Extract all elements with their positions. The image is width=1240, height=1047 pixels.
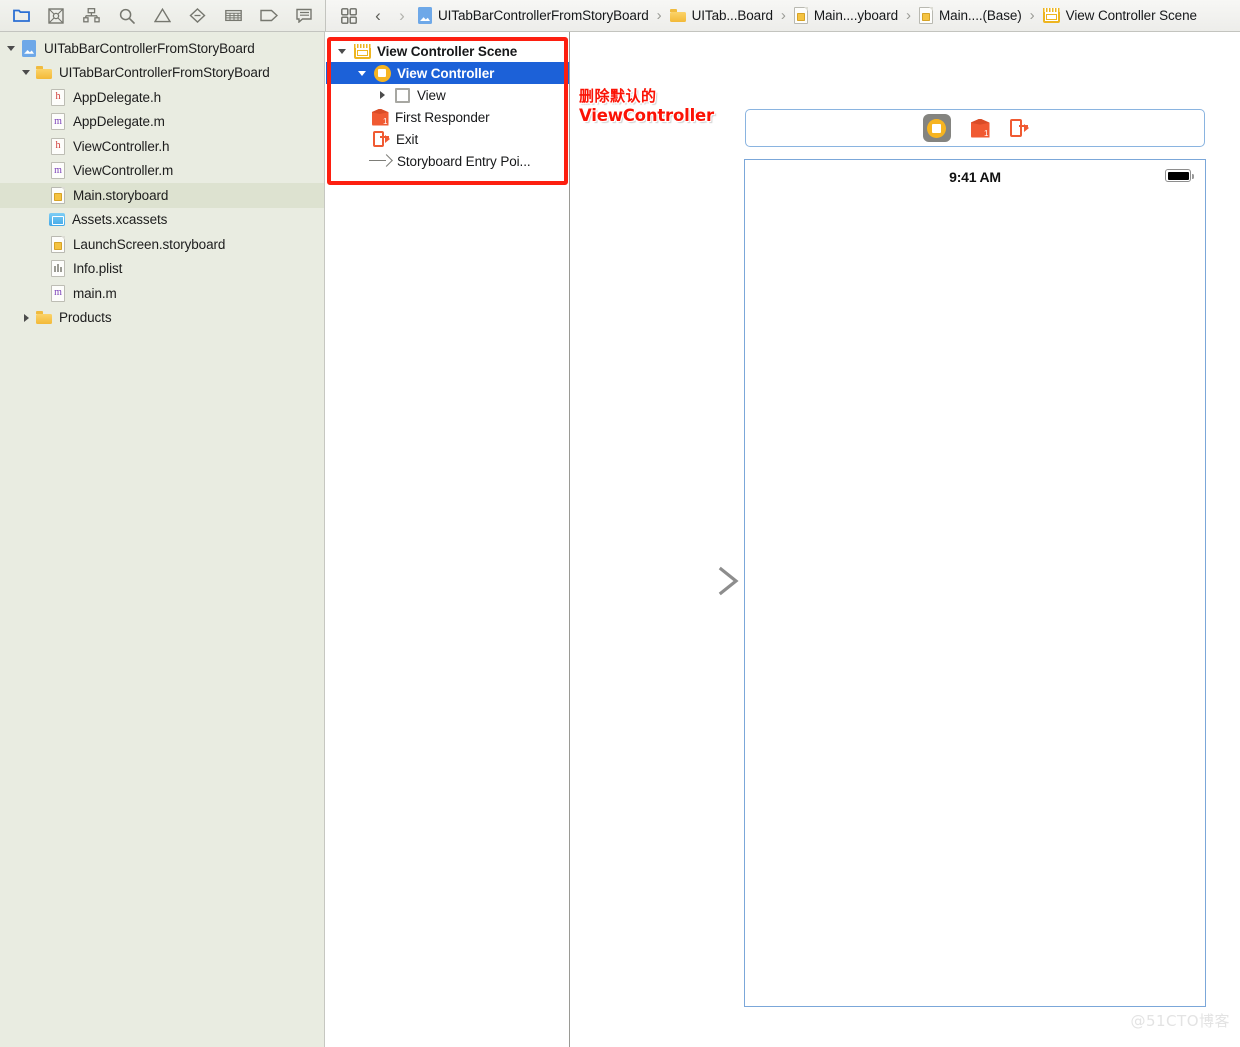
source-control-icon[interactable] [43, 4, 69, 28]
first-responder-icon[interactable]: 1 [970, 118, 990, 138]
storyboard-outline-view[interactable]: View Controller Scene View Controller Vi… [326, 32, 570, 1047]
outline-item-view-controller[interactable]: View Controller [326, 62, 569, 84]
nav-item-viewcontroller-m[interactable]: m ViewController.m [0, 159, 324, 184]
annotation-delete-default-viewcontroller: 删除默认的 ViewController [579, 87, 714, 125]
status-time: 9:41 AM [949, 169, 1001, 185]
view-icon [392, 87, 412, 103]
first-responder-icon: 1 [370, 108, 390, 126]
nav-item-appdelegate-m[interactable]: m AppDelegate.m [0, 110, 324, 135]
exit-icon [371, 131, 391, 147]
symbol-navigator-icon[interactable] [79, 4, 105, 28]
breadcrumb-item-group[interactable]: UITab...Board [666, 4, 777, 28]
navigator-selector-bar [0, 0, 325, 32]
outline-item-view[interactable]: View [326, 84, 569, 106]
nav-item-viewcontroller-h[interactable]: h ViewController.h [0, 134, 324, 159]
outline-item-exit[interactable]: Exit [326, 128, 569, 150]
impl-file-icon: m [49, 113, 67, 131]
outline-item-view-controller-scene[interactable]: View Controller Scene [326, 40, 569, 62]
nav-item-launchscreen-storyboard[interactable]: LaunchScreen.storyboard [0, 232, 324, 257]
folder-icon [669, 9, 686, 22]
nav-item-products[interactable]: Products [0, 306, 324, 331]
disclosure-triangle-icon[interactable] [4, 41, 18, 55]
speech-bubble-icon[interactable] [291, 4, 317, 28]
storyboard-icon [49, 186, 67, 204]
project-icon [20, 39, 38, 57]
forward-button[interactable]: › [390, 4, 414, 28]
scene-icon [352, 43, 372, 59]
exit-icon[interactable] [1009, 119, 1029, 137]
storyboard-icon [919, 7, 934, 24]
back-button[interactable]: ‹ [366, 4, 390, 28]
storyboard-canvas[interactable]: 删除默认的 ViewController 1 9:41 AM @51CTO博客 [571, 32, 1240, 1047]
header-file-icon: h [49, 88, 67, 106]
view-controller-icon [372, 64, 392, 82]
disclosure-triangle-icon[interactable] [354, 65, 370, 81]
search-icon[interactable] [114, 4, 140, 28]
nav-item-info-plist[interactable]: Info.plist [0, 257, 324, 282]
nav-item-group[interactable]: UITabBarControllerFromStoryBoard [0, 61, 324, 86]
breadcrumb: ‹ › UITabBarControllerFromStoryBoard › U… [325, 0, 1240, 32]
impl-file-icon: m [49, 162, 67, 180]
diamond-icon[interactable] [185, 4, 211, 28]
storyboard-entry-point-arrow [610, 566, 744, 596]
disclosure-triangle-icon[interactable] [19, 311, 33, 325]
storyboard-icon [49, 235, 67, 253]
breadcrumb-item-project[interactable]: UITabBarControllerFromStoryBoard [414, 4, 653, 28]
breadcrumb-separator: › [656, 7, 662, 24]
nav-item-assets[interactable]: Assets.xcassets [0, 208, 324, 233]
related-items-icon[interactable] [336, 4, 362, 28]
folder-icon [35, 311, 53, 325]
header-file-icon: h [49, 137, 67, 155]
view-controller-canvas[interactable]: 9:41 AM [744, 159, 1206, 1007]
breadcrumb-separator: › [780, 7, 786, 24]
breadcrumb-item-scene[interactable]: View Controller Scene [1039, 4, 1201, 28]
disclosure-triangle-icon[interactable] [374, 87, 390, 103]
folder-icon[interactable] [8, 4, 34, 28]
warning-triangle-icon[interactable] [150, 4, 176, 28]
grid-lines-icon[interactable] [220, 4, 246, 28]
outline-item-storyboard-entry-point[interactable]: Storyboard Entry Poi... [326, 150, 569, 172]
project-navigator[interactable]: UITabBarControllerFromStoryBoard UITabBa… [0, 32, 325, 1047]
watermark: @51CTO博客 [1130, 1012, 1230, 1030]
nav-item-project[interactable]: UITabBarControllerFromStoryBoard [0, 36, 324, 61]
battery-full-icon [1165, 169, 1194, 182]
disclosure-triangle-icon[interactable] [334, 43, 350, 59]
folder-icon [35, 66, 53, 80]
plist-icon [49, 260, 67, 278]
assets-icon [48, 213, 66, 227]
nav-item-appdelegate-h[interactable]: h AppDelegate.h [0, 85, 324, 110]
storyboard-icon [793, 7, 808, 24]
outline-item-first-responder[interactable]: 1 First Responder [326, 106, 569, 128]
breadcrumb-separator: › [1029, 7, 1035, 24]
tag-icon[interactable] [256, 4, 282, 28]
device-status-bar: 9:41 AM [745, 160, 1205, 194]
xcode-window: ‹ › UITabBarControllerFromStoryBoard › U… [0, 0, 1240, 1047]
scene-icon [1042, 8, 1060, 23]
nav-item-main-m[interactable]: m main.m [0, 281, 324, 306]
impl-file-icon: m [49, 284, 67, 302]
nav-item-main-storyboard[interactable]: Main.storyboard [0, 183, 324, 208]
breadcrumb-separator: › [906, 7, 912, 24]
breadcrumb-item-storyboard-base[interactable]: Main....(Base) [915, 4, 1026, 28]
view-controller-placeholder-icon[interactable] [922, 114, 951, 142]
entry-point-icon [368, 153, 393, 168]
scene-dock-toolbar[interactable]: 1 [745, 109, 1205, 147]
disclosure-triangle-icon[interactable] [19, 66, 33, 80]
project-icon [418, 7, 432, 24]
breadcrumb-item-storyboard[interactable]: Main....yboard [790, 4, 902, 28]
